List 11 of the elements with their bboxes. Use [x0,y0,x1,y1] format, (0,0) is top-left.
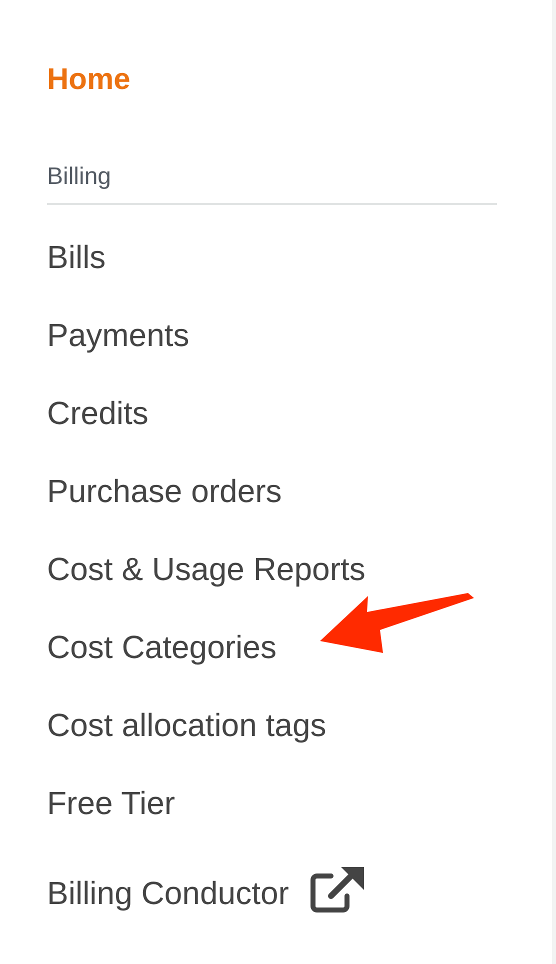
external-link-icon[interactable] [308,866,365,914]
nav-link[interactable]: Billing Conductor [47,874,289,912]
nav-link[interactable]: Payments [47,316,190,354]
nav-link[interactable]: Cost & Usage Reports [47,550,366,588]
nav-link[interactable]: Bills [47,238,106,276]
nav-link[interactable]: Free Tier [47,784,176,822]
section-heading: Billing [47,163,112,191]
nav-link[interactable]: Purchase orders [47,472,282,510]
nav-link[interactable]: Credits [47,394,148,432]
nav-link[interactable]: Cost allocation tags [47,706,326,744]
nav-link[interactable]: Cost Categories [47,628,276,666]
